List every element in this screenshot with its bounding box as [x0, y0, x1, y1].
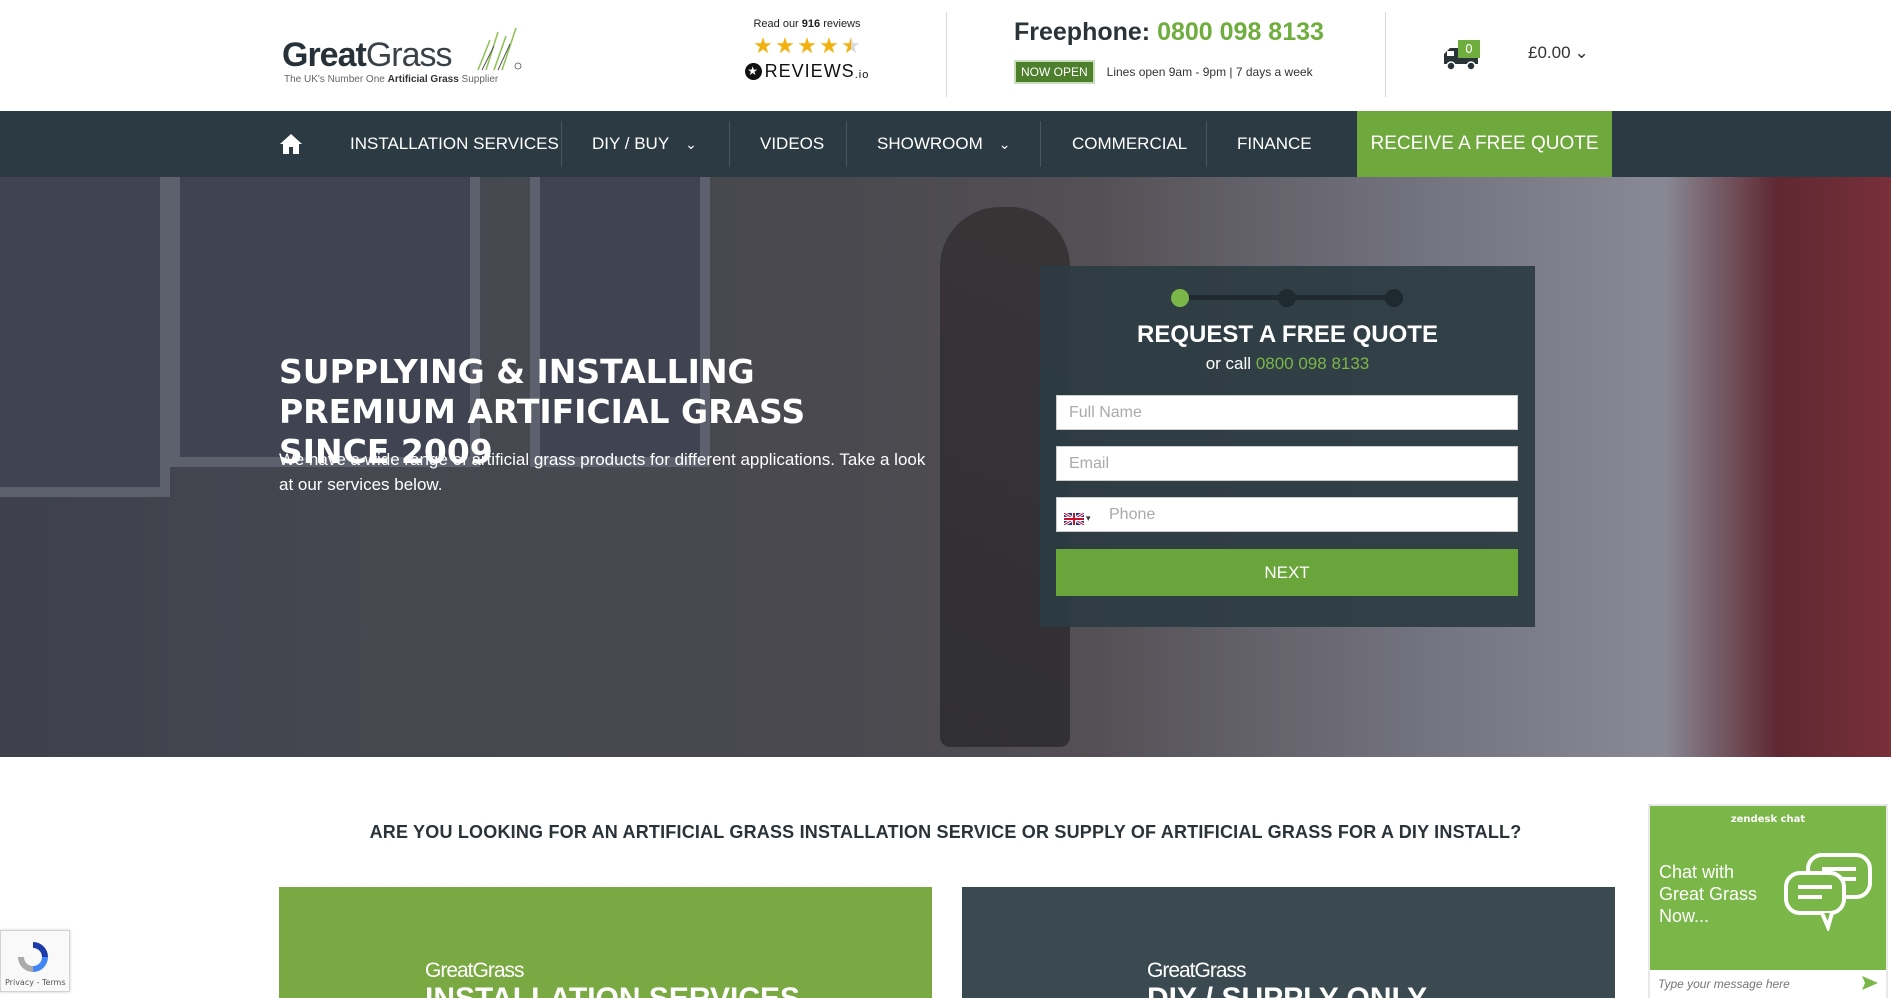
card-heading: INSTALLATION SERVICES: [425, 982, 800, 998]
header-divider: [946, 12, 947, 97]
nav-divider: [1040, 121, 1041, 167]
star-icon: ★: [797, 33, 817, 58]
caret-down-icon: ▾: [1086, 514, 1091, 524]
uk-flag-icon: [1064, 513, 1084, 525]
star-icon: ★: [753, 33, 773, 58]
nav-item-showroom[interactable]: SHOWROOM ⌄: [877, 111, 1011, 177]
recaptcha-icon: [18, 942, 48, 972]
full-name-input[interactable]: [1056, 395, 1518, 430]
star-icon: ★: [819, 33, 839, 58]
next-button[interactable]: NEXT: [1056, 549, 1518, 596]
services-question: ARE YOU LOOKING FOR AN ARTIFICIAL GRASS …: [369, 822, 1522, 842]
reviews-widget[interactable]: Read our 916 reviews ★ ★ ★ ★ ★ ★ REVIEWS…: [742, 18, 872, 82]
chevron-down-icon: ⌄: [1574, 43, 1589, 62]
star-icon: ★: [775, 33, 795, 58]
send-icon[interactable]: [1862, 976, 1878, 990]
step-3-indicator: [1385, 289, 1403, 307]
chat-title: Chat with Great Grass Now...: [1659, 862, 1758, 926]
nav-divider: [1206, 121, 1207, 167]
logo-wordmark: GreatGrass: [282, 36, 453, 74]
card-logo: GreatGrass: [1147, 959, 1247, 982]
step-2-indicator: [1278, 289, 1296, 307]
grass-blade-icon: [477, 27, 522, 71]
reviews-io-logo: ★ REVIEWS .io: [742, 61, 872, 82]
hero-subtitle: We have a wide range of artificial grass…: [279, 450, 926, 494]
nav-item-installation-services[interactable]: INSTALLATION SERVICES: [350, 111, 559, 177]
reviews-star-badge-icon: ★: [744, 63, 762, 80]
nav-item-diy-buy[interactable]: DIY / BUY ⌄: [592, 111, 697, 177]
logo[interactable]: GreatGrass The UK's Number One Artificia…: [282, 26, 542, 86]
chat-brand: zendesk chat: [1730, 814, 1806, 825]
zendesk-chat-widget[interactable]: zendesk chat Chat with Great Grass Now..…: [1648, 804, 1888, 998]
card-logo: GreatGrass: [425, 959, 525, 982]
logo-tagline: The UK's Number One Artificial Grass Sup…: [284, 74, 499, 85]
step-1-indicator: [1171, 289, 1189, 307]
country-code-select[interactable]: ▾: [1064, 509, 1098, 529]
form-phone-link[interactable]: 0800 098 8133: [1256, 354, 1369, 373]
cart-count-badge: 0: [1458, 40, 1480, 58]
chat-message-input[interactable]: [1650, 970, 1886, 998]
chevron-down-icon: ⌄: [685, 135, 697, 152]
nav-divider: [729, 121, 730, 167]
open-status-badge: NOW OPEN: [1014, 60, 1095, 84]
star-rating: ★ ★ ★ ★ ★: [742, 33, 872, 58]
opening-hours: Lines open 9am - 9pm | 7 days a week: [1106, 65, 1313, 79]
diy-supply-card[interactable]: GreatGrass DIY / SUPPLY ONLY: [962, 887, 1615, 998]
reviews-count-text: Read our 916 reviews: [753, 18, 861, 30]
nav-item-finance[interactable]: FINANCE: [1237, 111, 1312, 177]
recaptcha-links[interactable]: Privacy - Terms: [5, 978, 66, 987]
home-link[interactable]: [279, 111, 303, 177]
installation-services-card[interactable]: GreatGrass INSTALLATION SERVICES: [279, 887, 932, 998]
home-icon: [280, 134, 302, 154]
email-input[interactable]: [1056, 446, 1518, 481]
freephone-label: Freephone:: [1014, 18, 1151, 46]
form-progress-steps: [1171, 288, 1403, 308]
recaptcha-badge[interactable]: Privacy - Terms: [0, 930, 70, 992]
phone-contact: Freephone: 0800 098 8133 NOW OPEN Lines …: [1014, 18, 1324, 84]
header-divider: [1385, 12, 1386, 97]
receive-free-quote-button[interactable]: RECEIVE A FREE QUOTE: [1357, 111, 1612, 177]
form-call-text: or call 0800 098 8133: [1205, 354, 1370, 373]
nav-item-videos[interactable]: VIDEOS: [760, 111, 824, 177]
chevron-down-icon: ⌄: [998, 135, 1011, 152]
chat-bubble-icon: [1784, 853, 1872, 931]
site-header: GreatGrass The UK's Number One Artificia…: [0, 0, 1891, 111]
cart-total[interactable]: £0.00 ⌄: [1528, 43, 1589, 63]
cart-total-value: £0.00: [1528, 43, 1571, 62]
quote-form: REQUEST A FREE QUOTE or call 0800 098 81…: [1040, 266, 1535, 627]
form-title: REQUEST A FREE QUOTE: [1137, 321, 1438, 348]
half-star-icon: ★: [841, 33, 861, 58]
phone-input[interactable]: [1056, 497, 1518, 532]
card-heading: DIY / SUPPLY ONLY: [1147, 982, 1427, 998]
nav-divider: [846, 121, 847, 167]
nav-divider: [561, 121, 562, 167]
nav-item-commercial[interactable]: COMMERCIAL: [1072, 111, 1187, 177]
phone-number-link[interactable]: 0800 098 8133: [1157, 18, 1324, 46]
